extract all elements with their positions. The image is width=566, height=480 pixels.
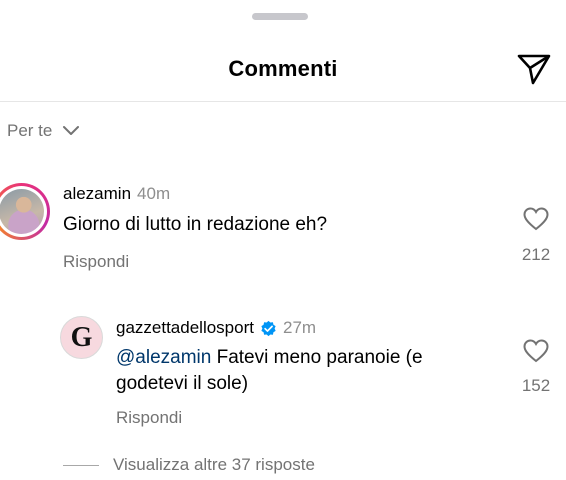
sort-filter-label: Per te — [7, 121, 53, 140]
header-divider — [0, 101, 566, 102]
like-count: 212 — [521, 245, 551, 264]
reply-meta: gazzettadellosport 27m — [116, 318, 316, 338]
page-title: Commenti — [228, 56, 338, 81]
like-button[interactable] — [521, 207, 551, 236]
heart-icon — [523, 339, 549, 363]
send-icon[interactable] — [516, 52, 552, 86]
divider-line — [63, 464, 99, 466]
like-button[interactable] — [521, 339, 551, 368]
view-more-replies-button[interactable]: Visualizza altre 37 risposte — [63, 455, 315, 475]
reply-time: 27m — [282, 318, 317, 337]
view-more-replies-label: Visualizza altre 37 risposte — [113, 455, 315, 474]
reply-text: @alezamin Fatevi meno paranoie (e godete… — [116, 345, 423, 397]
reply-button[interactable]: Rispondi — [63, 252, 129, 272]
sort-filter-dropdown[interactable]: Per te — [7, 121, 80, 141]
heart-icon — [523, 207, 549, 231]
reply-text-line1: Fatevi meno paranoie (e — [211, 347, 423, 368]
verified-badge-icon — [261, 320, 276, 336]
like-count: 152 — [521, 376, 551, 395]
chevron-down-icon — [63, 126, 80, 135]
reply-text-line2: godetevi il sole) — [116, 373, 249, 394]
comment-meta: alezamin 40m — [63, 184, 170, 204]
reply-username[interactable]: gazzettadellosport — [116, 318, 254, 338]
avatar[interactable]: G — [60, 316, 103, 359]
comment-text: Giorno di lutto in redazione eh? — [63, 214, 328, 235]
mention-link[interactable]: @alezamin — [116, 347, 211, 368]
comment-username[interactable]: alezamin — [63, 184, 131, 204]
comment-time: 40m — [137, 184, 171, 203]
drag-handle[interactable] — [252, 13, 308, 20]
avatar[interactable] — [0, 183, 50, 240]
reply-button[interactable]: Rispondi — [116, 408, 182, 428]
avatar-letter: G — [70, 321, 93, 353]
